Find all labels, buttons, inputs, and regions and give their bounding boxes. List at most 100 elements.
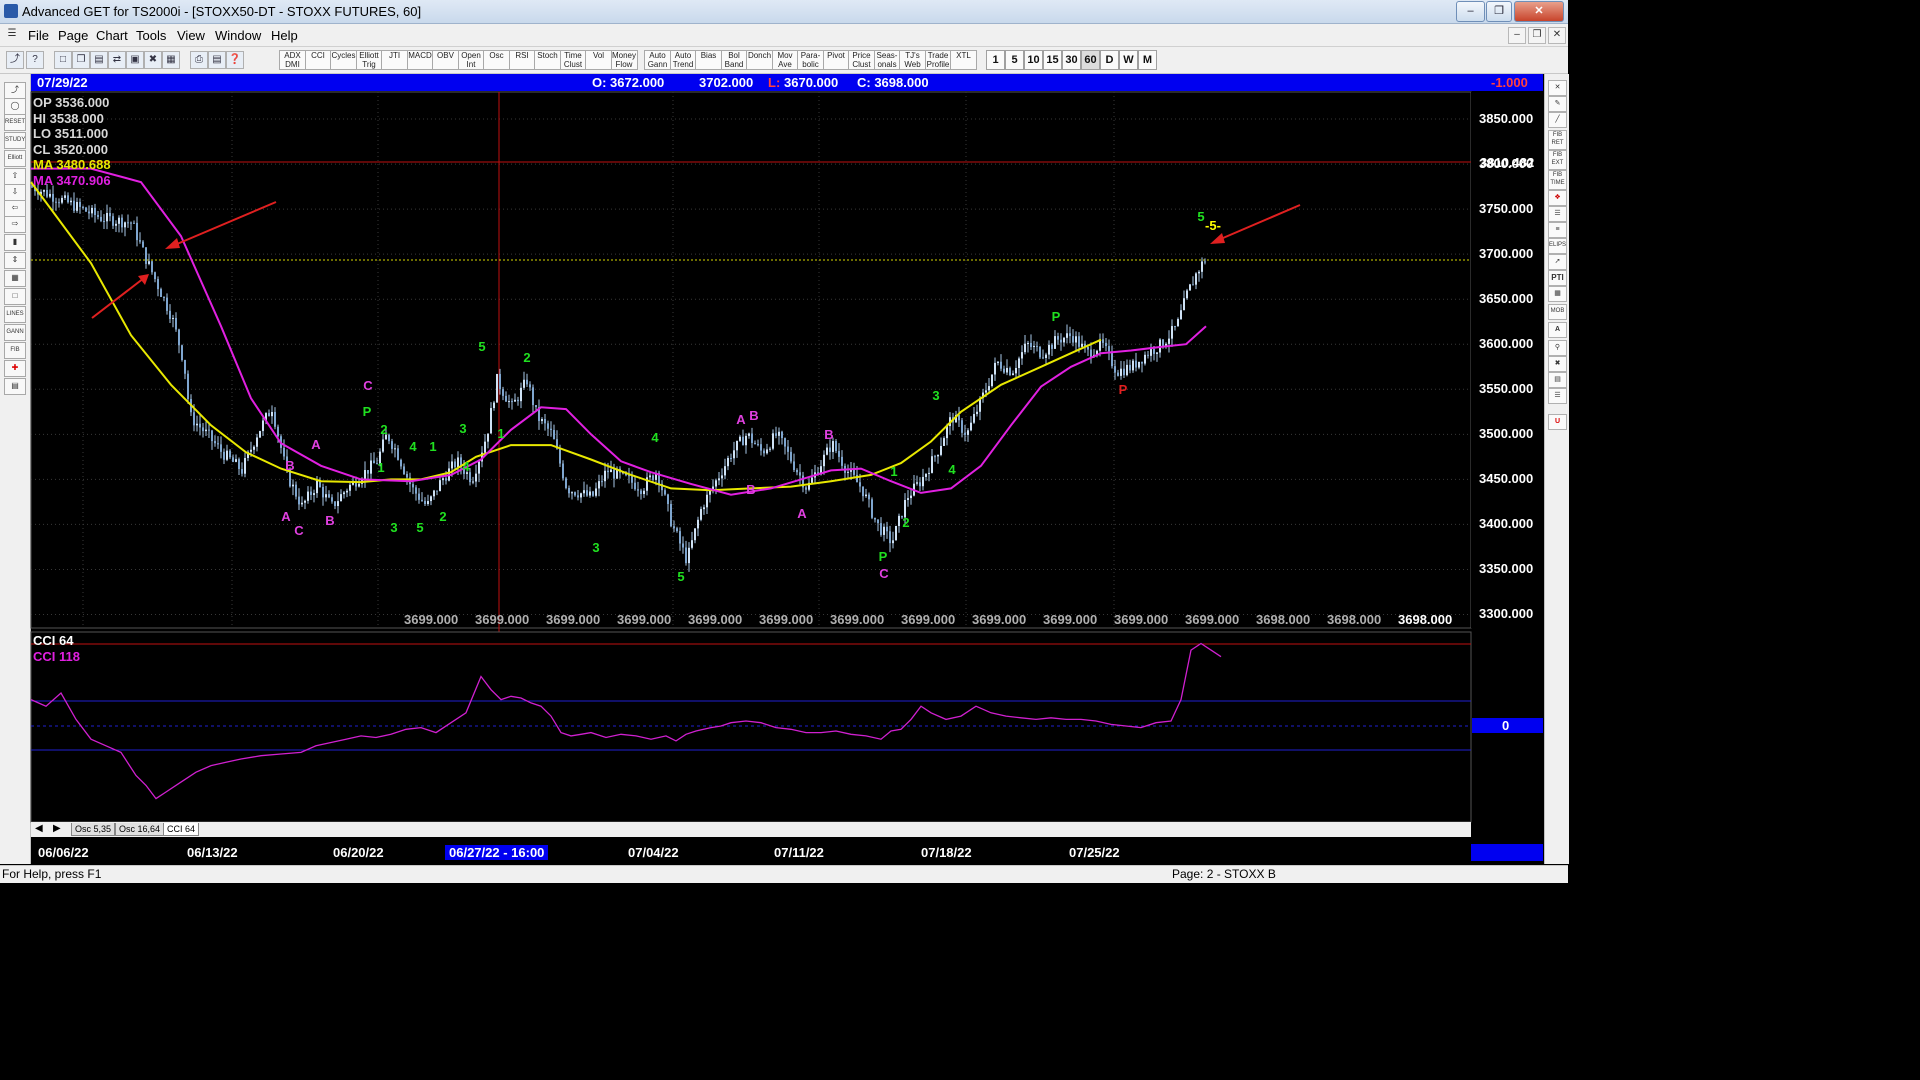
box-icon[interactable]: □: [4, 288, 26, 305]
elips-button[interactable]: ELIPS: [1548, 238, 1567, 254]
copy-icon[interactable]: ❐: [72, 51, 90, 69]
help-cursor-icon[interactable]: ?: [26, 51, 44, 69]
print-icon[interactable]: ⎙: [190, 51, 208, 69]
cross-icon[interactable]: ✖: [144, 51, 162, 69]
indicator-button-cycles[interactable]: Cycles: [330, 50, 357, 70]
grid-tool-icon[interactable]: ▦: [1548, 286, 1567, 302]
timeframe-button-15[interactable]: 15: [1043, 50, 1062, 70]
line-tool-icon[interactable]: ╱: [1548, 112, 1567, 128]
indicator-button-donch[interactable]: Donch: [746, 50, 773, 70]
lines-button[interactable]: LINES: [4, 306, 26, 323]
help-icon[interactable]: ❓: [226, 51, 244, 69]
indicator-button-xtl[interactable]: XTL: [950, 50, 977, 70]
indicator-button-mov-ave[interactable]: Mov Ave: [771, 50, 799, 70]
indicator-button-vol[interactable]: Vol: [585, 50, 612, 70]
mob-button[interactable]: MOB: [1548, 304, 1567, 320]
timeframe-button-60[interactable]: 60: [1081, 50, 1100, 70]
pen-icon[interactable]: ✎: [1548, 96, 1567, 112]
preview-icon[interactable]: ▤: [208, 51, 226, 69]
minimize-button[interactable]: –: [1456, 1, 1485, 22]
fib-time-button[interactable]: FIB TIME: [1548, 170, 1567, 190]
grid-icon[interactable]: ▦: [4, 270, 26, 287]
pti-button[interactable]: PTI: [1548, 270, 1567, 286]
doc-icon[interactable]: ☰: [6, 27, 18, 42]
save-layout-icon[interactable]: ▤: [4, 378, 26, 395]
magnet-icon[interactable]: U: [1548, 414, 1567, 430]
crosshair-icon[interactable]: ✚: [4, 360, 26, 377]
close-chart-icon[interactable]: ✕: [1548, 80, 1567, 96]
price-axis[interactable]: 3850.000 3800.000 3750.000 3700.000 3650.000…: [1471, 92, 1543, 628]
indicator-button-time-clust[interactable]: Time Clust: [559, 50, 587, 70]
channel-icon[interactable]: ≡: [1548, 222, 1567, 238]
tab-osc-5-35[interactable]: Osc 5,35: [71, 823, 116, 836]
tab-cci-64[interactable]: CCI 64: [163, 823, 200, 836]
zoom-tool-icon[interactable]: ◯: [4, 98, 26, 115]
indicator-button-open-int[interactable]: Open Int: [457, 50, 485, 70]
stats-icon[interactable]: ▤: [1548, 372, 1567, 388]
arrow-right-icon[interactable]: ⇨: [4, 216, 26, 233]
restore-button[interactable]: ❐: [1486, 1, 1512, 22]
indicator-button-adx-dmi[interactable]: ADX DMI: [279, 50, 306, 70]
indicator-button-auto-gann[interactable]: Auto Gann: [644, 50, 671, 70]
indicator-button-trade-profile[interactable]: Trade Profile: [924, 50, 952, 70]
indicator-button-bias[interactable]: Bias: [695, 50, 722, 70]
indicator-button-obv[interactable]: OBV: [432, 50, 459, 70]
tile-icon[interactable]: ▦: [162, 51, 180, 69]
open-icon[interactable]: ▤: [90, 51, 108, 69]
indicator-button-money-flow[interactable]: Money Flow: [610, 50, 638, 70]
study-button[interactable]: STUDY: [4, 132, 26, 149]
arrow-left-icon[interactable]: ⇦: [4, 200, 26, 217]
indicator-button-cci[interactable]: CCI: [304, 50, 332, 70]
indicator-button-osc[interactable]: Osc: [483, 50, 510, 70]
bars-icon[interactable]: ▮: [4, 234, 26, 251]
timeframe-button-5[interactable]: 5: [1005, 50, 1024, 70]
arrow-down-icon[interactable]: ⇩: [4, 184, 26, 201]
menu-view[interactable]: View: [177, 28, 205, 43]
fib-button[interactable]: FIB: [4, 342, 26, 359]
cursor-tool-icon[interactable]: ⤴: [4, 82, 26, 99]
indicator-button-tj-s-web[interactable]: TJ's Web: [899, 50, 926, 70]
timeframe-button-10[interactable]: 10: [1024, 50, 1043, 70]
mdi-restore-button[interactable]: ❐: [1528, 27, 1546, 44]
arrow-up-icon[interactable]: ⇧: [4, 168, 26, 185]
fib-ret-button[interactable]: FIB RET: [1548, 130, 1567, 150]
elliott-button[interactable]: Elliott: [4, 150, 26, 167]
price-chart[interactable]: ABCBACP214 133524521345A BBBA12PC34PP5-5-: [0, 0, 1568, 882]
menu-help[interactable]: Help: [271, 28, 298, 43]
reset-button[interactable]: RESET: [4, 114, 26, 131]
tab-scroll-left[interactable]: ◀: [35, 823, 43, 834]
tab-osc-16-64[interactable]: Osc 16,64: [115, 823, 165, 836]
menu-window[interactable]: Window: [215, 28, 261, 43]
scale-icon[interactable]: ⇕: [4, 252, 26, 269]
indicator-button-seas-onals[interactable]: Seas-onals: [873, 50, 901, 70]
menu-page[interactable]: Page: [58, 28, 88, 43]
spiral-icon[interactable]: ❖: [1548, 190, 1567, 206]
new-icon[interactable]: □: [54, 51, 72, 69]
timeframe-button-m[interactable]: M: [1138, 50, 1157, 70]
fib-ext-button[interactable]: FIB EXT: [1548, 150, 1567, 170]
timeframe-button-d[interactable]: D: [1100, 50, 1119, 70]
gann-button[interactable]: GANN: [4, 324, 26, 341]
text-tool-icon[interactable]: A: [1548, 322, 1567, 338]
link-icon[interactable]: ⇄: [108, 51, 126, 69]
menu-chart[interactable]: Chart: [96, 28, 128, 43]
indicator-button-macd[interactable]: MACD: [406, 50, 434, 70]
indicator-button-pivot[interactable]: Pivot: [822, 50, 850, 70]
timeframe-button-30[interactable]: 30: [1062, 50, 1081, 70]
indicator-button-price-clust[interactable]: Price Clust: [848, 50, 875, 70]
eraser-icon[interactable]: ✖: [1548, 356, 1567, 372]
indicator-button-elliott-trig[interactable]: Elliott Trig: [355, 50, 383, 70]
ray-icon[interactable]: ➚: [1548, 254, 1567, 270]
pointer-icon[interactable]: ⤴: [6, 51, 24, 69]
timeframe-button-w[interactable]: W: [1119, 50, 1138, 70]
menu-tools[interactable]: Tools: [136, 28, 166, 43]
close-button[interactable]: ✕: [1514, 1, 1564, 22]
list-icon[interactable]: ☰: [1548, 388, 1567, 404]
magnifier-icon[interactable]: ⚲: [1548, 340, 1567, 356]
timeframe-button-1[interactable]: 1: [986, 50, 1005, 70]
indicator-button-jti[interactable]: JTI: [381, 50, 408, 70]
tab-scroll-right[interactable]: ▶: [53, 823, 61, 834]
mdi-close-button[interactable]: ✕: [1548, 27, 1566, 44]
indicator-button-bol-band[interactable]: Bol Band: [720, 50, 748, 70]
menu-file[interactable]: File: [28, 28, 49, 43]
